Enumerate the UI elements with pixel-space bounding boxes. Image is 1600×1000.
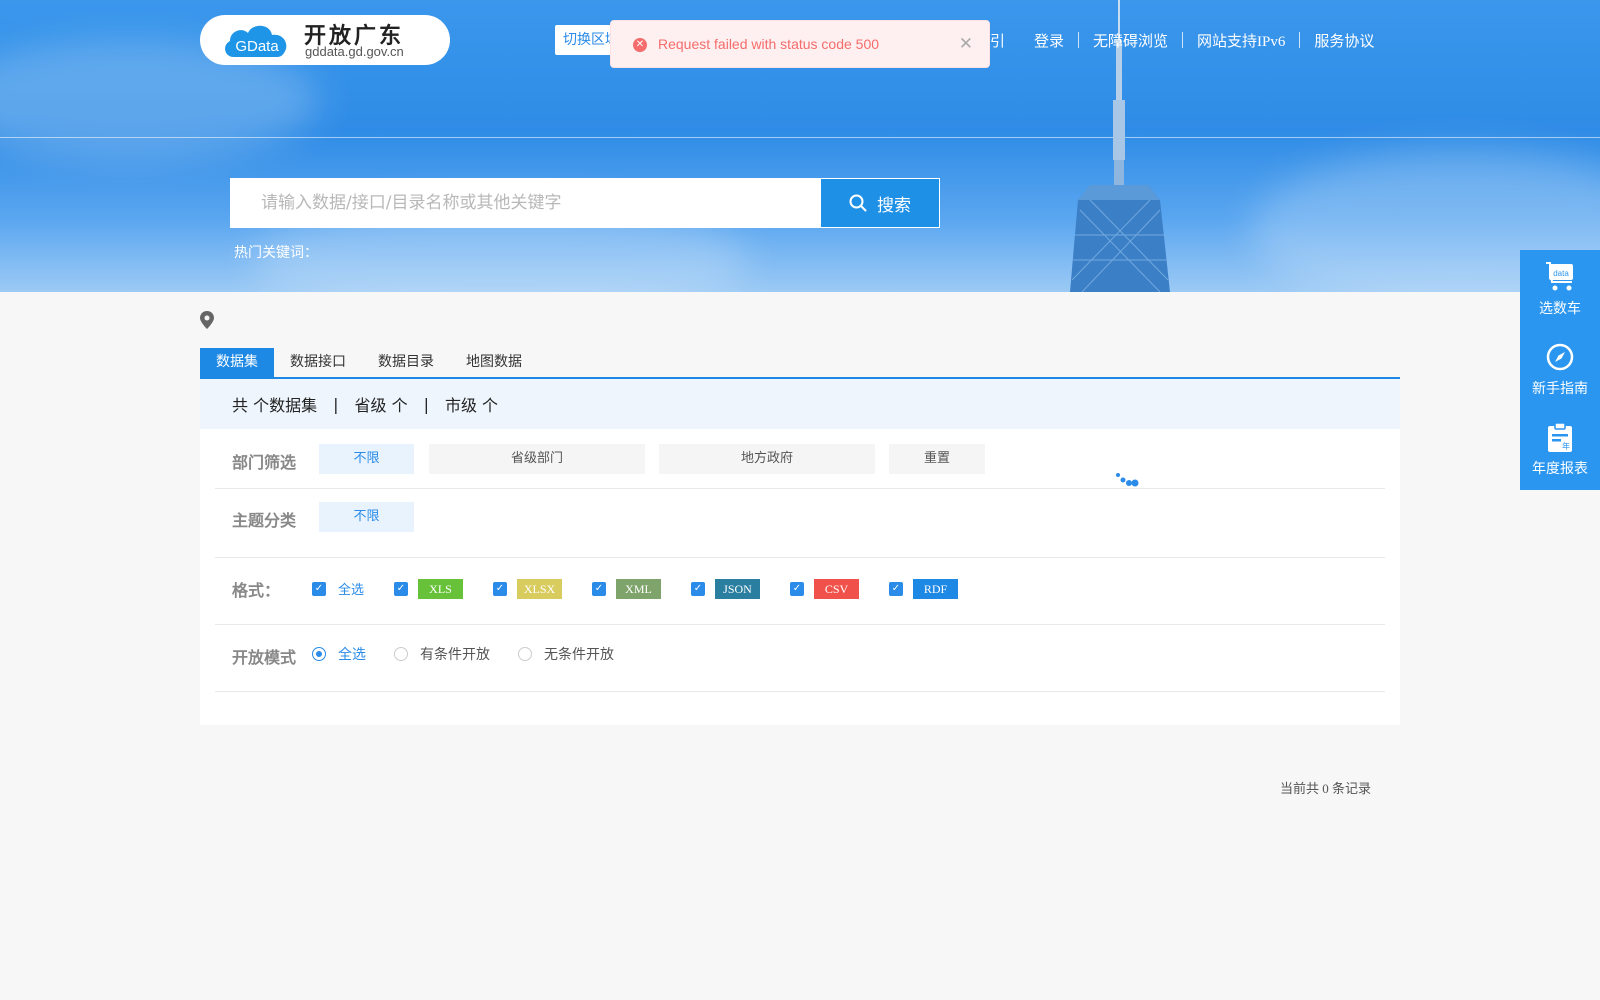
format-filter-row: 格式： ✓ 全选 ✓ XLS ✓ XLSX ✓ XML ✓ JSON ✓ CSV… [215,558,1385,625]
format-tag-json: JSON [715,579,760,599]
search-button-label: 搜索 [877,195,911,216]
open-mode-filter-label: 开放模式 [232,648,297,667]
record-count: 当前共 0 条记录 [1280,781,1372,796]
format-option-rdf[interactable]: ✓ RDF [889,579,958,599]
format-option-json[interactable]: ✓ JSON [691,579,760,599]
tab-data-api[interactable]: 数据接口 [274,348,362,377]
nav-ipv6[interactable]: 网站支持IPv6 [1197,30,1285,51]
search-box [230,178,820,228]
nav-separator [1182,32,1184,48]
loading-spinner-icon [1116,473,1139,487]
search-icon [849,194,867,212]
topic-filter-row: 主题分类 不限 [215,489,1385,558]
format-option-xlsx[interactable]: ✓ XLSX [493,579,562,599]
checkbox-checked-icon: ✓ [691,582,705,596]
annual-report-icon: 年 [1548,422,1572,452]
nav-service-agreement[interactable]: 服务协议 [1314,30,1374,51]
department-option-unlimited[interactable]: 不限 [319,444,414,474]
banner-divider [0,137,1600,138]
tab-datasets[interactable]: 数据集 [200,348,274,377]
nav-login[interactable]: 登录 [1034,30,1064,51]
format-filter-label: 格式： [232,581,281,600]
department-filter-row: 部门筛选 不限 省级部门 地方政府 重置 [215,429,1385,489]
checkbox-checked-icon: ✓ [493,582,507,596]
error-toast: ✕ Request failed with status code 500 ✕ [610,20,990,68]
format-tag-rdf: RDF [913,579,958,599]
format-option-csv[interactable]: ✓ CSV [790,579,859,599]
hot-keywords-label: 热门关键词： [234,245,318,261]
right-float-toolbar: data 选数车 新手指南 年 年度报表 [1520,250,1600,490]
summary-provincial: 省级 个 [354,396,408,415]
radio-unselected-icon [394,647,408,661]
summary-total: 共 个数据集 [232,396,318,415]
search-input[interactable] [231,179,819,227]
department-option-local-government[interactable]: 地方政府 [659,444,875,474]
dataset-summary: 共 个数据集 | 省级 个 | 市级 个 [200,379,1400,429]
nav-separator [1078,32,1080,48]
format-tag-csv: CSV [814,579,859,599]
open-mode-unconditional-label: 无条件开放 [544,647,614,663]
search-button[interactable]: 搜索 [820,178,940,228]
tab-map-data[interactable]: 地图数据 [450,348,538,377]
side-item-beginner-guide[interactable]: 新手指南 [1520,330,1600,410]
category-tabs: 数据集 数据接口 数据目录 地图数据 [200,348,1400,379]
logo-subtitle: gddata.gd.gov.cn [305,44,404,59]
summary-city: 市级 个 [444,396,499,415]
side-item-data-cart[interactable]: data 选数车 [1520,250,1600,330]
department-option-provincial[interactable]: 省级部门 [429,444,645,474]
nav-accessibility[interactable]: 无障碍浏览 [1093,30,1168,51]
topic-filter-label: 主题分类 [232,511,297,530]
format-option-xls[interactable]: ✓ XLS [394,579,463,599]
radio-selected-icon [312,647,326,661]
checkbox-checked-icon: ✓ [790,582,804,596]
open-mode-all-label: 全选 [338,647,366,663]
svg-text:年: 年 [1562,441,1570,451]
checkbox-checked-icon: ✓ [889,582,903,596]
radio-unselected-icon [518,647,532,661]
format-option-xml[interactable]: ✓ XML [592,579,661,599]
data-cart-icon: data [1546,262,1573,291]
logo-badge-text: GData [235,38,279,55]
nav-separator [1299,32,1301,48]
close-icon[interactable]: ✕ [959,34,973,54]
svg-text:data: data [1553,269,1569,278]
side-item-annual-report[interactable]: 年 年度报表 [1520,410,1600,490]
format-tag-xml: XML [616,579,661,599]
open-mode-options: 全选 有条件开放 无条件开放 [312,644,812,666]
open-mode-option-all[interactable]: 全选 [312,644,366,664]
side-item-label: 新手指南 [1532,381,1588,397]
tab-data-catalog[interactable]: 数据目录 [362,348,450,377]
topic-option-unlimited[interactable]: 不限 [319,502,414,532]
checkbox-checked-icon: ✓ [312,581,326,596]
filter-panel: 共 个数据集 | 省级 个 | 市级 个 部门筛选 不限 省级部门 地方政府 重… [200,379,1400,725]
top-nav: 指引 登录 无障碍浏览 网站支持IPv6 服务协议 [975,30,1374,50]
summary-separator: | [423,394,429,414]
side-item-label: 选数车 [1539,301,1581,317]
compass-icon [1546,343,1574,371]
department-filter-label: 部门筛选 [232,453,297,472]
open-mode-conditional-label: 有条件开放 [420,647,490,663]
format-tag-xls: XLS [418,579,463,599]
format-select-all-label: 全选 [338,583,365,598]
format-select-all[interactable]: ✓ 全选 [312,579,364,598]
department-reset-button[interactable]: 重置 [889,444,985,474]
side-item-label: 年度报表 [1532,461,1588,477]
location-pin-icon [200,311,214,329]
error-circle-icon: ✕ [633,38,647,52]
checkbox-checked-icon: ✓ [592,582,606,596]
open-mode-filter-row: 开放模式 全选 有条件开放 无条件开放 [215,625,1385,692]
checkbox-checked-icon: ✓ [394,582,408,596]
format-options: ✓ 全选 ✓ XLS ✓ XLSX ✓ XML ✓ JSON ✓ CSV ✓ R… [312,579,1372,601]
site-logo[interactable]: GData 开放广东 gddata.gd.gov.cn [200,15,450,65]
open-mode-option-unconditional[interactable]: 无条件开放 [518,644,614,664]
format-tag-xlsx: XLSX [517,579,562,599]
open-mode-option-conditional[interactable]: 有条件开放 [394,644,490,664]
toast-message: Request failed with status code 500 [658,36,880,52]
cloud-logo-icon: GData [225,25,287,57]
summary-separator: | [333,394,339,414]
